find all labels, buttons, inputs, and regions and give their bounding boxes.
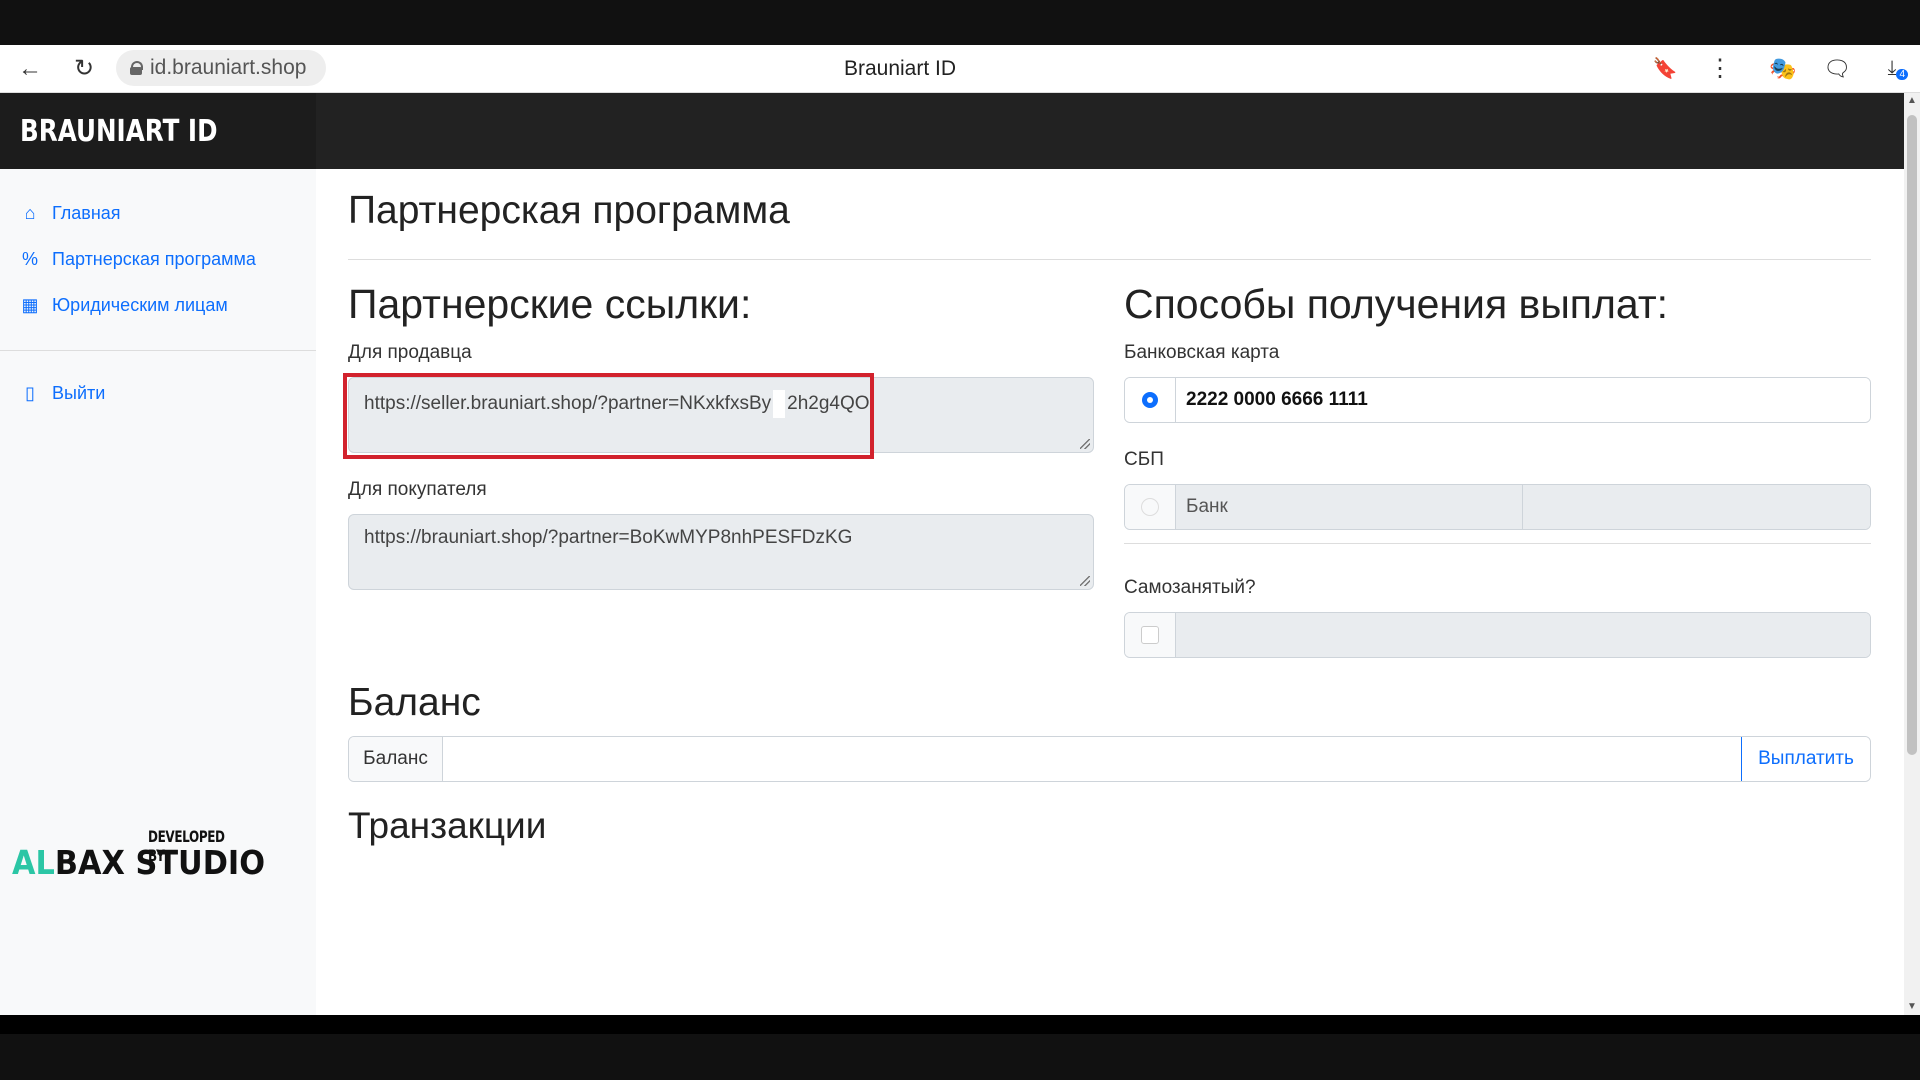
sidebar-item-label: Юридическим лицам <box>52 295 228 315</box>
balance-label: Баланс <box>349 737 443 781</box>
scroll-up-icon[interactable]: ▲ <box>1904 93 1920 109</box>
bank-card-radio[interactable] <box>1125 378 1176 422</box>
balance-group: Баланс Выплатить <box>348 736 1871 782</box>
page-scrollbar[interactable]: ▲ ▼ <box>1904 93 1920 1015</box>
card-number-input[interactable]: 2222 0000 6666 1111 <box>1176 378 1870 422</box>
sidebar-divider <box>0 350 316 351</box>
buyer-link-textarea[interactable]: https://brauniart.shop/?partner=BoKwMYP8… <box>348 514 1094 590</box>
highlight-box <box>343 373 874 459</box>
seller-link-label: Для продавца <box>348 342 472 363</box>
self-employed-checkbox[interactable] <box>1125 613 1176 657</box>
sidebar-item-logout[interactable]: ▯ Выйти <box>20 383 105 404</box>
scroll-thumb[interactable] <box>1907 115 1917 755</box>
self-employed-input[interactable] <box>1176 613 1870 657</box>
bottom-black-bar <box>0 1034 1920 1080</box>
percent-icon: % <box>21 249 38 269</box>
top-black-bar <box>0 0 1920 45</box>
balance-input[interactable] <box>443 737 1741 781</box>
sidebar-item-label: Партнерская программа <box>52 249 256 269</box>
title-divider <box>348 259 1871 260</box>
bank-card-label: Банковская карта <box>1124 342 1280 363</box>
building-icon: ▦ <box>21 295 39 315</box>
tab-title: Brauniart ID <box>843 57 957 80</box>
door-icon: ▯ <box>25 383 35 403</box>
payout-methods-heading: Способы получения выплат: <box>1124 281 1668 327</box>
transactions-heading: Транзакции <box>348 805 547 846</box>
page-title: Партнерская программа <box>348 189 790 232</box>
sbp-group: Банк <box>1124 484 1871 530</box>
home-icon: ⌂ <box>24 203 36 223</box>
self-employed-group <box>1124 612 1871 658</box>
albax-studio-text: ALBAX STUDIO <box>12 843 266 882</box>
scroll-down-icon[interactable]: ▼ <box>1904 999 1920 1015</box>
app-window: BRAUNIART ID ⌂ Главная % Партнерская про… <box>0 93 1904 1015</box>
sidebar-item-partner-program[interactable]: % Партнерская программа <box>20 249 256 270</box>
balance-heading: Баланс <box>348 681 481 724</box>
header-brand-area: BRAUNIART ID <box>0 93 316 169</box>
sidebar: ⌂ Главная % Партнерская программа ▦ Юрид… <box>0 169 317 1015</box>
brand-logo[interactable]: BRAUNIART ID <box>20 114 217 149</box>
payout-button[interactable]: Выплатить <box>1741 737 1870 781</box>
logout-label: Выйти <box>52 383 106 403</box>
header-bar <box>316 93 1904 169</box>
sbp-label: СБП <box>1124 449 1164 470</box>
bank-card-group: 2222 0000 6666 1111 <box>1124 377 1871 423</box>
sidebar-item-label: Главная <box>52 203 121 223</box>
buyer-link-label: Для покупателя <box>348 479 487 500</box>
download-badge: 4 <box>1896 69 1908 80</box>
sbp-radio[interactable] <box>1125 485 1176 529</box>
download-icon[interactable]: ⤓ 4 <box>1872 45 1912 92</box>
main-content: Партнерская программа Партнерские ссылки… <box>316 169 1904 1015</box>
partner-links-heading: Партнерские ссылки: <box>348 281 752 327</box>
chat-icon[interactable]: 🗨 <box>1817 45 1857 92</box>
sidebar-item-legal-entities[interactable]: ▦ Юридическим лицам <box>20 295 228 316</box>
resize-handle-icon[interactable] <box>1080 439 1090 449</box>
self-employed-label: Самозанятый? <box>1124 577 1256 598</box>
sbp-phone-input[interactable] <box>1523 485 1870 529</box>
resize-handle-icon[interactable] <box>1080 576 1090 586</box>
bank-input[interactable]: Банк <box>1176 485 1523 529</box>
sidebar-item-home[interactable]: ⌂ Главная <box>20 203 121 224</box>
payout-divider <box>1124 543 1871 544</box>
